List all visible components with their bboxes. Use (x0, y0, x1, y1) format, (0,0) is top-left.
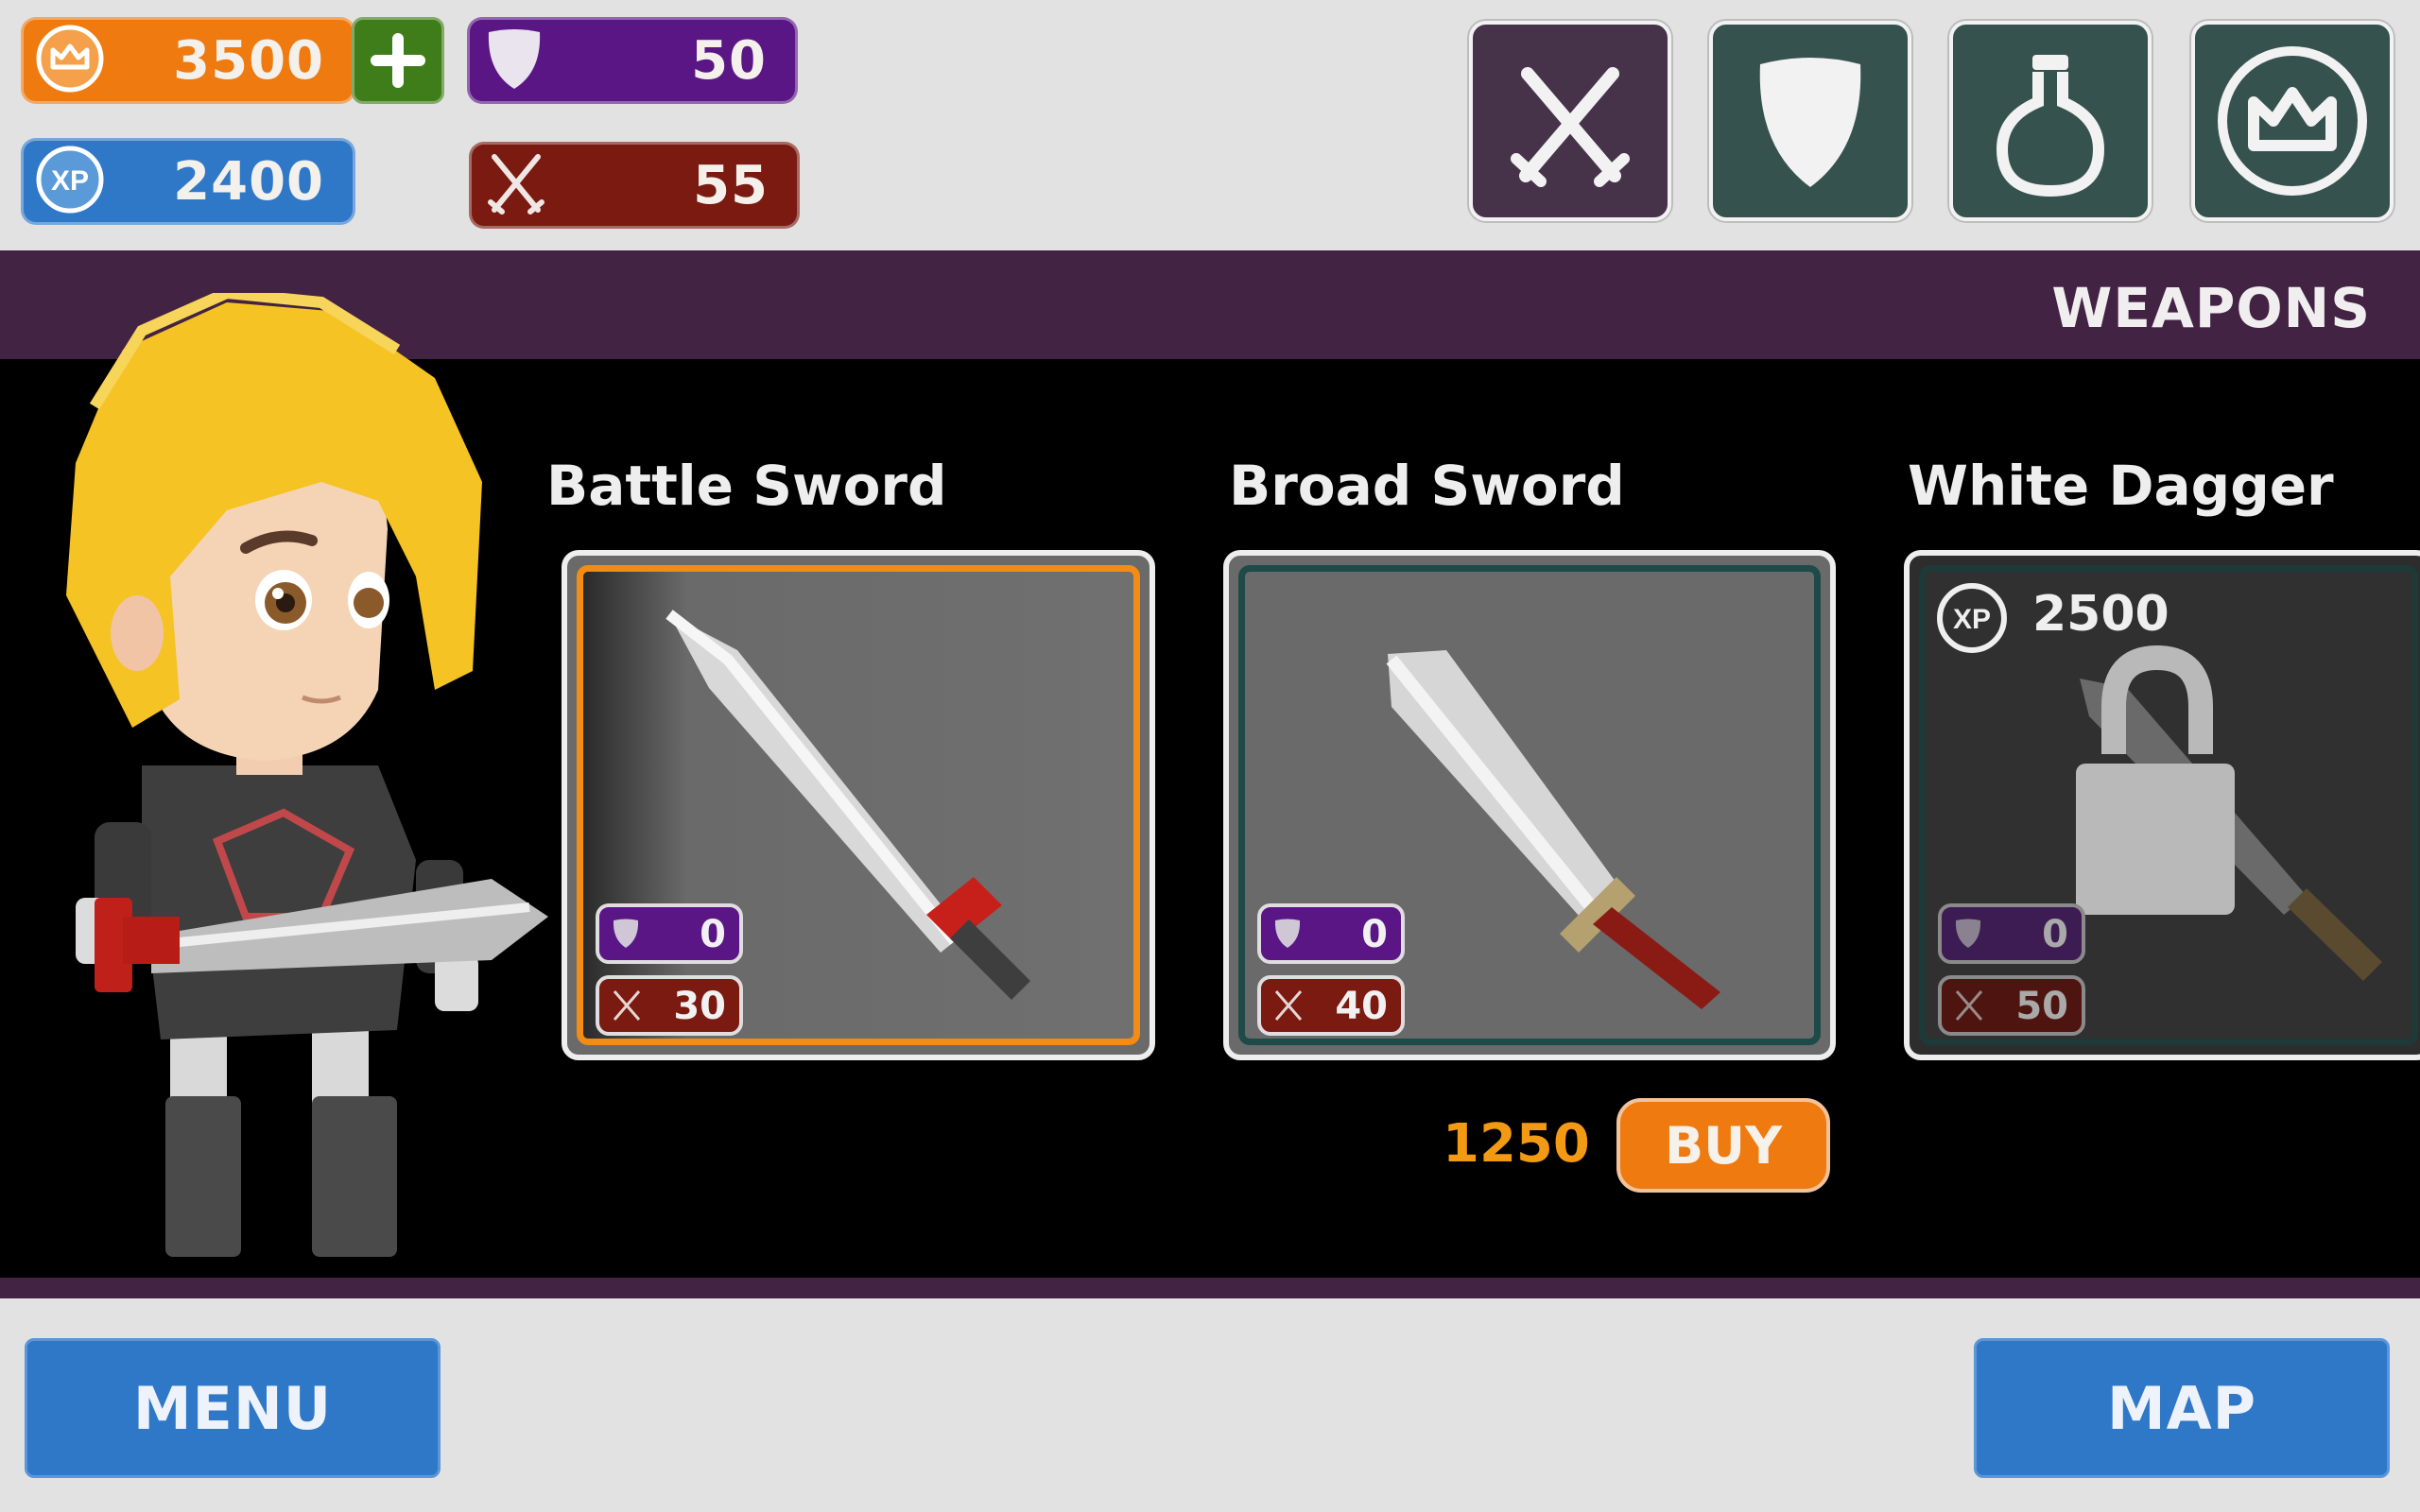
shield-icon (1274, 919, 1301, 948)
armor-value: 0 (1361, 913, 1388, 956)
category-potions-button[interactable] (1949, 21, 2152, 221)
crossed-swords-icon (483, 149, 549, 221)
item-title-white-dagger: White Dagger (1908, 454, 2334, 518)
add-gold-button[interactable] (352, 17, 444, 104)
attack-value: 30 (673, 985, 726, 1028)
armor-stat-badge: 0 (1938, 903, 2085, 964)
crossed-swords-icon (1511, 67, 1630, 187)
crown-coin-icon (35, 24, 105, 97)
attack-stat-badge: 30 (596, 975, 743, 1036)
armor-stat-badge: 0 (596, 903, 743, 964)
svg-text:XP: XP (1953, 604, 1991, 635)
armor-value: 0 (2042, 913, 2068, 956)
menu-button[interactable]: MENU (25, 1338, 441, 1478)
section-title: WEAPONS (2051, 276, 2371, 340)
armor-stat-badge: 0 (1257, 903, 1405, 964)
armor-value: 0 (700, 913, 726, 956)
xp-counter: XP 2400 (21, 138, 355, 225)
armor-amount: 50 (691, 29, 767, 92)
gold-amount: 3500 (173, 29, 324, 92)
svg-text:XP: XP (51, 165, 89, 197)
section-footer-band (0, 1278, 2420, 1298)
shield-icon (613, 919, 639, 948)
xp-icon: XP (1937, 583, 2007, 653)
item-title-broad-sword: Broad Sword (1229, 454, 1625, 518)
item-card-battle-sword[interactable]: 0 30 (562, 550, 1155, 1060)
category-armor-button[interactable] (1709, 21, 1911, 221)
shield-icon (1759, 58, 1861, 187)
attack-stat-counter: 55 (469, 142, 800, 229)
xp-amount: 2400 (173, 150, 324, 213)
shield-icon (481, 25, 547, 96)
attack-value: 50 (2015, 985, 2068, 1028)
armor-stat-counter: 50 (467, 17, 798, 104)
xp-icon: XP (35, 145, 105, 218)
crossed-swords-icon (1274, 990, 1303, 1021)
category-crown-button[interactable] (2191, 21, 2394, 221)
item-title-battle-sword: Battle Sword (546, 454, 947, 518)
item-price: 1250 (1443, 1113, 1590, 1175)
category-weapons-button[interactable] (1469, 21, 1671, 221)
potion-icon (1996, 55, 2105, 198)
attack-stat-badge: 40 (1257, 975, 1405, 1036)
item-card-broad-sword[interactable]: 0 40 (1223, 550, 1836, 1060)
shield-icon (1955, 919, 1981, 948)
gold-counter: 3500 (21, 17, 355, 104)
crossed-swords-icon (613, 990, 641, 1021)
buy-button[interactable]: BUY (1616, 1098, 1830, 1193)
unlock-xp-cost: 2500 (2032, 586, 2169, 643)
map-button[interactable]: MAP (1974, 1338, 2390, 1478)
crossed-swords-icon (1955, 990, 1983, 1021)
attack-stat-badge: 50 (1938, 975, 2085, 1036)
crown-icon (2218, 46, 2367, 196)
attack-value: 40 (1335, 985, 1388, 1028)
attack-amount: 55 (693, 154, 769, 216)
hero-character (66, 293, 548, 1257)
